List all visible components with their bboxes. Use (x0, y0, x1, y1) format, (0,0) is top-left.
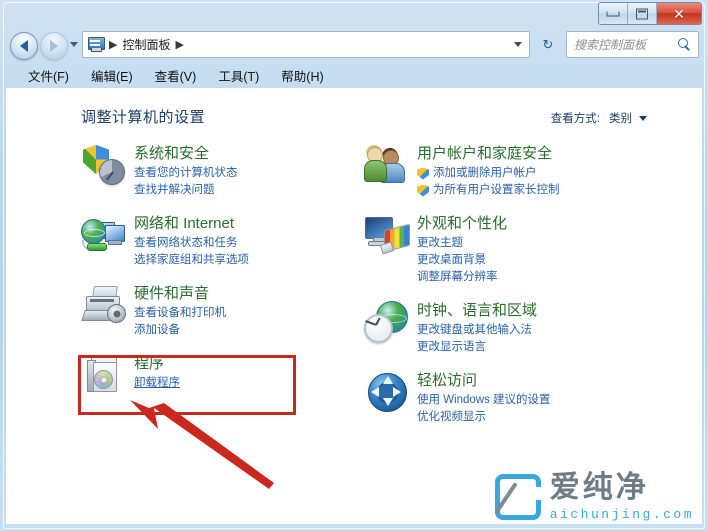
back-button[interactable] (10, 32, 38, 60)
category-link-label: 添加或删除用户帐户 (433, 167, 537, 179)
view-by-chevron-down-icon[interactable] (639, 115, 647, 121)
category-title[interactable]: 轻松访问 (417, 371, 551, 390)
category-user-accounts-and-family-safety[interactable]: 用户帐户和家庭安全 添加或删除用户帐户 为所有用户设置家长控制 (364, 143, 664, 199)
category-title[interactable]: 系统和安全 (134, 144, 238, 163)
category-link[interactable]: 为所有用户设置家长控制 (417, 182, 560, 199)
close-button[interactable]: ✕ (657, 3, 701, 24)
ease-of-access-icon (364, 370, 410, 414)
address-bar: ▶ 控制面板 ▶ ↻ 搜索控制面板 (0, 28, 708, 62)
category-ease-of-access[interactable]: 轻松访问 使用 Windows 建议的设置 优化视频显示 (364, 370, 664, 426)
content-pane: 调整计算机的设置 查看方式: 类别 系统和安全 查看您的计算机状态 查找并解决问… (6, 88, 702, 524)
minimize-icon (606, 11, 620, 16)
category-link[interactable]: 查看网络状态和任务 (134, 235, 249, 252)
control-panel-icon (87, 37, 105, 52)
watermark-brand-cn: 爱纯净 (549, 471, 649, 504)
monitor-palette-icon (364, 213, 410, 257)
control-panel-window: ✕ ▶ 控制面板 ▶ ↻ 搜索控制面板 文件(F) 编辑(E) 查看(V) 工具… (0, 0, 708, 531)
uac-shield-icon (417, 167, 429, 180)
category-column-left: 系统和安全 查看您的计算机状态 查找并解决问题 网络和 Internet 查看网… (81, 143, 381, 411)
menu-item-help[interactable]: 帮助(H) (270, 63, 334, 88)
program-package-icon (81, 353, 127, 397)
category-title[interactable]: 网络和 Internet (134, 214, 249, 233)
globe-monitors-icon (81, 213, 127, 257)
globe-clock-icon (364, 300, 410, 344)
page-title: 调整计算机的设置 (81, 109, 206, 126)
category-system-and-security[interactable]: 系统和安全 查看您的计算机状态 查找并解决问题 (81, 143, 381, 199)
search-input[interactable]: 搜索控制面板 (574, 36, 646, 53)
category-clock-language-and-region[interactable]: 时钟、语言和区域 更改键盘或其他输入法 更改显示语言 (364, 300, 664, 356)
category-link[interactable]: 更改桌面背景 (417, 252, 507, 269)
category-appearance-and-personalization[interactable]: 外观和个性化 更改主题 更改桌面背景 调整屏幕分辨率 (364, 213, 664, 286)
back-arrow-icon (20, 40, 28, 52)
category-link[interactable]: 查看设备和打印机 (134, 305, 226, 322)
category-title[interactable]: 硬件和声音 (134, 284, 226, 303)
category-programs[interactable]: 程序 卸载程序 (81, 353, 381, 397)
category-link[interactable]: 查找并解决问题 (134, 182, 238, 199)
maximize-button[interactable] (628, 3, 657, 24)
category-link[interactable]: 使用 Windows 建议的设置 (417, 392, 551, 409)
menu-item-file[interactable]: 文件(F) (17, 63, 80, 88)
breadcrumb-item-control-panel[interactable]: 控制面板 (122, 36, 170, 53)
view-by-label: 查看方式: (550, 113, 600, 125)
minimize-button[interactable] (599, 3, 628, 24)
view-by-value[interactable]: 类别 (609, 110, 632, 126)
refresh-button[interactable]: ↻ (537, 34, 559, 55)
recent-pages-chevron-down-icon[interactable] (70, 42, 78, 47)
maximize-icon (636, 8, 648, 19)
category-title[interactable]: 用户帐户和家庭安全 (417, 144, 560, 163)
category-link-label: 为所有用户设置家长控制 (433, 184, 560, 196)
category-link[interactable]: 更改显示语言 (417, 339, 537, 356)
watermark: 爱纯净 aichunjing.com (494, 471, 694, 522)
menu-item-tools[interactable]: 工具(T) (207, 63, 270, 88)
title-bar[interactable]: ✕ (0, 0, 708, 28)
category-link[interactable]: 更改主题 (417, 235, 507, 252)
forward-button[interactable] (40, 32, 68, 60)
category-hardware-and-sound[interactable]: 硬件和声音 查看设备和打印机 添加设备 (81, 283, 381, 339)
menu-item-edit[interactable]: 编辑(E) (80, 63, 144, 88)
category-link[interactable]: 更改键盘或其他输入法 (417, 322, 537, 339)
window-controls: ✕ (598, 2, 702, 25)
close-icon: ✕ (673, 5, 685, 22)
watermark-brand-en: aichunjing.com (549, 507, 694, 522)
search-box[interactable]: 搜索控制面板 (566, 31, 699, 58)
category-column-right: 用户帐户和家庭安全 添加或删除用户帐户 为所有用户设置家长控制 外观和个性化 更… (364, 143, 664, 440)
address-chevron-down-icon[interactable] (514, 42, 522, 47)
forward-arrow-icon (50, 40, 58, 52)
category-title[interactable]: 外观和个性化 (417, 214, 507, 233)
uac-shield-icon (417, 184, 429, 197)
aichunjing-logo-icon (494, 474, 543, 520)
category-link[interactable]: 添加或删除用户帐户 (417, 165, 560, 182)
menu-item-view[interactable]: 查看(V) (144, 63, 208, 88)
category-title[interactable]: 程序 (134, 354, 180, 373)
shield-pie-icon (81, 143, 127, 187)
breadcrumb-separator-1[interactable]: ▶ (175, 38, 183, 51)
category-network-and-internet[interactable]: 网络和 Internet 查看网络状态和任务 选择家庭组和共享选项 (81, 213, 381, 269)
menu-bar: 文件(F) 编辑(E) 查看(V) 工具(T) 帮助(H) (5, 62, 703, 88)
category-link[interactable]: 选择家庭组和共享选项 (134, 252, 249, 269)
printer-speaker-icon (81, 283, 127, 327)
two-people-icon (364, 143, 410, 187)
category-link[interactable]: 优化视频显示 (417, 409, 551, 426)
category-title[interactable]: 时钟、语言和区域 (417, 301, 537, 320)
category-link[interactable]: 调整屏幕分辨率 (417, 269, 507, 286)
category-link-uninstall-program[interactable]: 卸载程序 (134, 375, 180, 392)
view-by-control: 查看方式: 类别 (551, 110, 647, 126)
breadcrumb-separator-0: ▶ (109, 39, 118, 51)
address-input[interactable]: ▶ 控制面板 ▶ (82, 31, 530, 58)
category-link[interactable]: 添加设备 (134, 322, 226, 339)
search-icon (678, 38, 691, 51)
category-link[interactable]: 查看您的计算机状态 (134, 165, 238, 182)
